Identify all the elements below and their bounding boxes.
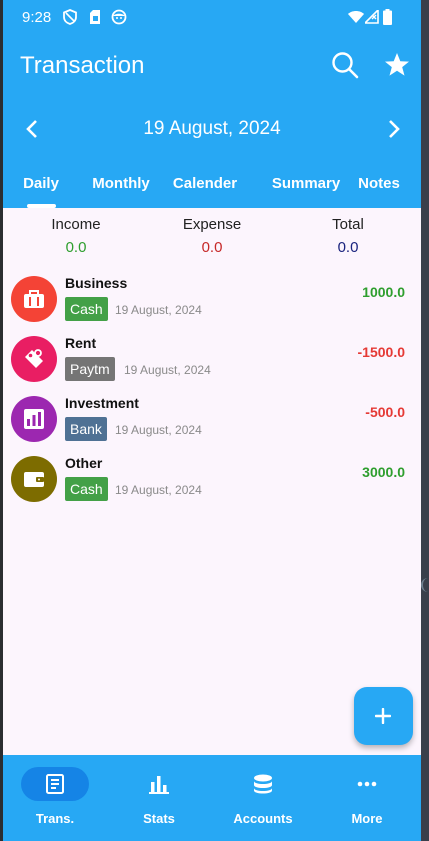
- income-value: 0.0: [65, 239, 87, 256]
- current-date: 19 August, 2024: [143, 118, 281, 139]
- transaction-amount: 3000.0: [362, 464, 405, 480]
- tab-summary[interactable]: Summary: [257, 175, 355, 192]
- key-tag-icon: [25, 349, 43, 368]
- nav-label: Trans.: [35, 811, 75, 826]
- nav-label: Stats: [143, 811, 175, 826]
- nav-stats[interactable]: Stats: [107, 755, 211, 841]
- page-title: Transaction: [20, 52, 145, 79]
- transaction-row[interactable]: Other Cash 19 August, 2024 3000.0: [3, 453, 421, 511]
- total-value: 0.0: [337, 239, 359, 256]
- tab-monthly[interactable]: Monthly: [89, 175, 153, 192]
- total-summary: Total 0.0: [288, 216, 408, 256]
- total-label: Total: [332, 216, 364, 233]
- edge-handle: [421, 578, 429, 592]
- more-horizontal-icon: [357, 781, 377, 787]
- sim-card-icon: [90, 10, 100, 24]
- search-icon[interactable]: [330, 50, 360, 80]
- account-badge: Cash: [65, 477, 108, 501]
- nav-more[interactable]: More: [315, 755, 419, 841]
- nav-trans[interactable]: Trans.: [3, 755, 107, 841]
- transaction-category: Investment: [65, 395, 139, 411]
- stats-icon: [149, 776, 169, 794]
- account-badge: Bank: [65, 417, 107, 441]
- wallet-icon: [24, 472, 44, 487]
- transaction-row[interactable]: Investment Bank 19 August, 2024 -500.0: [3, 393, 421, 451]
- wifi-icon: [348, 11, 364, 23]
- face-icon: [111, 9, 127, 25]
- income-label: Income: [51, 216, 101, 233]
- nav-accounts[interactable]: Accounts: [211, 755, 315, 841]
- briefcase-icon: [24, 290, 44, 308]
- active-tab-indicator: [27, 204, 56, 208]
- expense-value: 0.0: [201, 239, 223, 256]
- category-icon: [11, 456, 57, 502]
- plus-icon: [375, 708, 391, 724]
- transaction-row[interactable]: Rent Paytm 19 August, 2024 -1500.0: [3, 333, 421, 391]
- category-icon: [11, 336, 57, 382]
- bottom-navigation: Trans. Stats Accounts More: [3, 755, 421, 841]
- category-icon: [11, 396, 57, 442]
- signal-icon: [365, 10, 379, 24]
- income-summary: Income 0.0: [16, 216, 136, 256]
- date-navigator: 19 August, 2024: [3, 112, 421, 146]
- transaction-date: 19 August, 2024: [115, 483, 202, 497]
- nav-label: More: [351, 811, 383, 826]
- status-bar: 9:28: [3, 0, 421, 34]
- chevron-right-icon[interactable]: [381, 117, 405, 141]
- account-badge: Cash: [65, 297, 108, 321]
- expense-summary: Expense 0.0: [152, 216, 272, 256]
- star-icon[interactable]: [382, 50, 412, 80]
- transaction-row[interactable]: Business Cash 19 August, 2024 1000.0: [3, 273, 421, 331]
- transaction-category: Other: [65, 455, 103, 471]
- battery-icon: [383, 9, 392, 25]
- status-time: 9:28: [22, 9, 52, 26]
- window-edge: [421, 0, 429, 841]
- tab-daily[interactable]: Daily: [17, 175, 65, 192]
- nav-label: Accounts: [233, 811, 293, 826]
- tab-bar: Daily Monthly Calender Summary Notes: [3, 168, 421, 208]
- receipt-icon: [46, 774, 64, 794]
- add-transaction-button[interactable]: [354, 687, 413, 745]
- transaction-amount: -500.0: [365, 404, 405, 420]
- shield-icon: [63, 9, 77, 25]
- bar-chart-icon: [24, 409, 44, 429]
- database-icon: [254, 774, 272, 794]
- transaction-date: 19 August, 2024: [115, 423, 202, 437]
- transaction-date: 19 August, 2024: [115, 303, 202, 317]
- tab-calender[interactable]: Calender: [171, 175, 239, 192]
- transaction-amount: -1500.0: [357, 344, 405, 360]
- tab-notes[interactable]: Notes: [355, 175, 403, 192]
- transaction-category: Business: [65, 275, 128, 291]
- expense-label: Expense: [182, 216, 242, 233]
- phone-screen: 9:28 Transaction 19 August, 2024 Daily M…: [3, 0, 421, 841]
- app-header: 9:28 Transaction 19 August, 2024 Daily M…: [3, 0, 421, 208]
- transaction-date: 19 August, 2024: [124, 363, 211, 377]
- category-icon: [11, 276, 57, 322]
- transaction-category: Rent: [65, 335, 97, 351]
- account-badge: Paytm: [65, 357, 115, 381]
- transaction-amount: 1000.0: [362, 284, 405, 300]
